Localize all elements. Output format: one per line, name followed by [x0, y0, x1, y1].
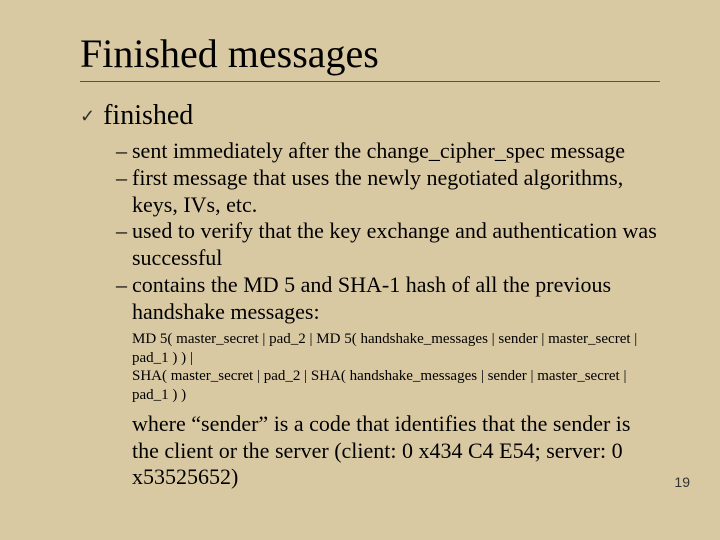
checkmark-icon: ✓: [80, 106, 95, 127]
bullet-level2-list: sent immediately after the change_cipher…: [116, 138, 660, 326]
list-item: first message that uses the newly negoti…: [116, 165, 660, 219]
code-line: SHA( master_secret | pad_2 | SHA( handsh…: [132, 367, 660, 405]
code-line: MD 5( master_secret | pad_2 | MD 5( hand…: [132, 330, 660, 368]
closing-note: where “sender” is a code that identifies…: [132, 411, 660, 491]
hash-formula-block: MD 5( master_secret | pad_2 | MD 5( hand…: [132, 330, 660, 405]
page-title: Finished messages: [80, 30, 660, 77]
list-item: used to verify that the key exchange and…: [116, 218, 660, 272]
slide: Finished messages ✓ finished sent immedi…: [0, 0, 720, 540]
title-divider: [80, 81, 660, 82]
list-item: sent immediately after the change_cipher…: [116, 138, 660, 165]
bullet-level1: ✓ finished: [80, 100, 660, 132]
level1-text: finished: [103, 100, 193, 132]
page-number: 19: [674, 474, 690, 490]
list-item: contains the MD 5 and SHA-1 hash of all …: [116, 272, 660, 326]
